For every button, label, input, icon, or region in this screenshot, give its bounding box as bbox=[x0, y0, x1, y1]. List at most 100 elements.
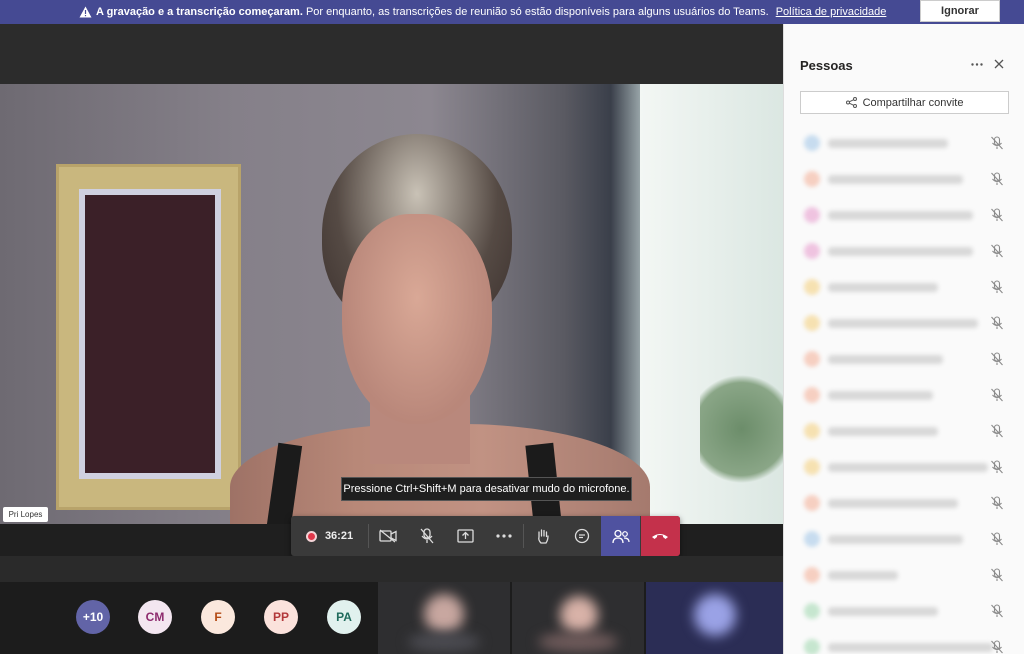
participant-row[interactable] bbox=[800, 131, 1009, 155]
participant-avatar bbox=[804, 459, 820, 475]
hangup-button[interactable] bbox=[640, 516, 680, 556]
main-video[interactable] bbox=[0, 84, 783, 524]
people-icon bbox=[612, 529, 630, 543]
mic-off-icon bbox=[989, 171, 1005, 187]
participant-row[interactable] bbox=[800, 635, 1009, 654]
participant-row[interactable] bbox=[800, 383, 1009, 407]
participant-avatar[interactable]: CM bbox=[138, 600, 172, 634]
participant-row[interactable] bbox=[800, 455, 1009, 479]
participant-avatar bbox=[804, 315, 820, 331]
window-background bbox=[640, 84, 783, 524]
share-screen-icon bbox=[457, 529, 474, 543]
participant-name-blurred bbox=[828, 211, 973, 220]
painting-background bbox=[56, 164, 241, 510]
share-invite-label: Compartilhar convite bbox=[862, 96, 964, 109]
participant-avatar[interactable]: PP bbox=[264, 600, 298, 634]
mic-off-icon bbox=[989, 567, 1005, 583]
stage-bottom-area bbox=[0, 556, 783, 582]
mic-off-icon bbox=[989, 603, 1005, 619]
ignore-button[interactable]: Ignorar bbox=[920, 0, 1000, 22]
mic-off-icon bbox=[989, 531, 1005, 547]
participant-name-blurred bbox=[828, 643, 993, 652]
participant-row[interactable] bbox=[800, 563, 1009, 587]
participant-row[interactable] bbox=[800, 419, 1009, 443]
mic-off-icon bbox=[989, 639, 1005, 654]
mic-off-icon bbox=[989, 351, 1005, 367]
mic-off-icon bbox=[989, 495, 1005, 511]
timer-text: 36:21 bbox=[324, 530, 354, 542]
participant-name-blurred bbox=[828, 499, 958, 508]
participant-name-blurred bbox=[828, 607, 938, 616]
mic-off-icon bbox=[989, 279, 1005, 295]
share-screen-button[interactable] bbox=[446, 516, 485, 556]
warning-icon bbox=[78, 5, 92, 19]
participant-row[interactable] bbox=[800, 599, 1009, 623]
mic-off-button[interactable] bbox=[408, 516, 447, 556]
share-invite-button[interactable]: Compartilhar convite bbox=[800, 91, 1009, 114]
participant-row[interactable] bbox=[800, 239, 1009, 263]
participant-avatar[interactable]: PA bbox=[327, 600, 361, 634]
banner-body-text: Por enquanto, as transcrições de reunião… bbox=[305, 6, 769, 18]
mic-off-icon bbox=[989, 423, 1005, 439]
participant-avatar bbox=[804, 279, 820, 295]
participant-row[interactable] bbox=[800, 491, 1009, 515]
participant-avatar bbox=[804, 423, 820, 439]
raise-hand-icon bbox=[538, 529, 549, 544]
speaker-video bbox=[230, 124, 650, 524]
recording-timer: 36:21 bbox=[291, 530, 368, 542]
participant-avatar[interactable]: F bbox=[201, 600, 235, 634]
participant-name-blurred bbox=[828, 391, 933, 400]
camera-off-button[interactable] bbox=[369, 516, 408, 556]
more-actions-button[interactable] bbox=[485, 516, 524, 556]
participant-row[interactable] bbox=[800, 347, 1009, 371]
participant-row[interactable] bbox=[800, 167, 1009, 191]
participant-avatar bbox=[804, 387, 820, 403]
participant-avatar bbox=[804, 567, 820, 583]
participant-name-blurred bbox=[828, 283, 938, 292]
participant-gallery: +10 CM F PP PA bbox=[0, 582, 783, 654]
people-button[interactable] bbox=[600, 516, 641, 556]
participant-row[interactable] bbox=[800, 203, 1009, 227]
participant-avatar bbox=[804, 135, 820, 151]
participant-row[interactable] bbox=[800, 275, 1009, 299]
mic-off-icon bbox=[989, 135, 1005, 151]
participant-name-blurred bbox=[828, 571, 898, 580]
mic-off-icon bbox=[989, 243, 1005, 259]
camera-off-icon bbox=[379, 529, 397, 543]
share-icon bbox=[845, 97, 857, 108]
banner-text: A gravação e a transcrição começaram. Po… bbox=[96, 6, 886, 18]
participant-avatar bbox=[804, 603, 820, 619]
teams-meeting-window: A gravação e a transcrição começaram. Po… bbox=[0, 0, 1024, 654]
more-icon bbox=[971, 62, 983, 66]
participant-avatar bbox=[804, 207, 820, 223]
call-controls-bar: 36:21 bbox=[291, 516, 680, 556]
participant-name-blurred bbox=[828, 319, 978, 328]
mic-off-icon bbox=[989, 459, 1005, 475]
mic-off-icon bbox=[989, 207, 1005, 223]
participant-avatar bbox=[804, 171, 820, 187]
participant-avatar bbox=[804, 639, 820, 654]
close-icon bbox=[994, 59, 1004, 69]
privacy-policy-link[interactable]: Política de privacidade bbox=[776, 6, 887, 18]
participant-row[interactable] bbox=[800, 311, 1009, 335]
participant-name-blurred bbox=[828, 427, 938, 436]
chat-button[interactable] bbox=[562, 516, 601, 556]
participant-name-blurred bbox=[828, 139, 948, 148]
panel-more-button[interactable] bbox=[967, 54, 987, 74]
participant-name-blurred bbox=[828, 175, 963, 184]
raise-hand-button[interactable] bbox=[524, 516, 563, 556]
close-panel-button[interactable] bbox=[989, 54, 1009, 74]
participant-video-tile[interactable] bbox=[512, 582, 644, 654]
hangup-icon bbox=[652, 534, 669, 539]
mic-off-icon bbox=[989, 315, 1005, 331]
participant-name-label: Pri Lopes bbox=[3, 507, 48, 522]
overflow-participants-avatar[interactable]: +10 bbox=[76, 600, 110, 634]
banner-bold-text: A gravação e a transcrição começaram. bbox=[96, 6, 303, 18]
mute-shortcut-tooltip: Pressione Ctrl+Shift+M para desativar mu… bbox=[341, 477, 632, 501]
participant-video-tile[interactable] bbox=[378, 582, 510, 654]
participant-row[interactable] bbox=[800, 527, 1009, 551]
more-icon bbox=[496, 534, 512, 538]
chat-icon bbox=[574, 528, 589, 544]
mic-off-icon bbox=[420, 528, 434, 544]
participant-video-tile[interactable] bbox=[646, 582, 783, 654]
